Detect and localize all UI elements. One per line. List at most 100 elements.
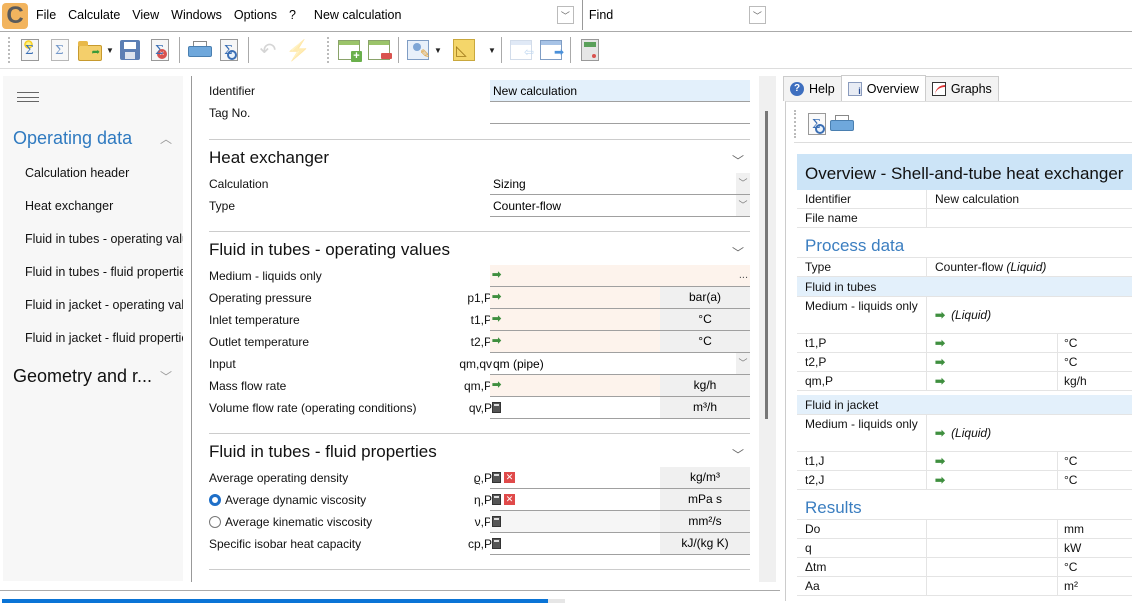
sidebar-item-jacket-operating[interactable]: Fluid in jacket - operating values bbox=[25, 298, 183, 312]
print-button[interactable] bbox=[186, 37, 212, 63]
mass-flow-field[interactable]: ➡ kg/h bbox=[490, 375, 750, 397]
chevron-down-icon[interactable]: ﹀ bbox=[732, 446, 744, 463]
arrow-right-icon: ➡ bbox=[492, 313, 502, 325]
overview-preview-button[interactable] bbox=[808, 111, 826, 137]
find-input[interactable]: Find bbox=[589, 8, 749, 22]
medium-field[interactable]: ➡... bbox=[490, 265, 750, 287]
type-label: Type bbox=[209, 199, 236, 213]
ellipsis-button[interactable]: ... bbox=[739, 265, 748, 286]
print-preview-button[interactable] bbox=[216, 37, 242, 63]
density-field[interactable]: ✕ kg/m³ bbox=[490, 467, 750, 489]
open-button[interactable]: ➦ bbox=[77, 37, 103, 63]
toolbar-grip[interactable] bbox=[794, 110, 796, 138]
unit-select[interactable]: mm²/s bbox=[660, 511, 750, 532]
remove-row-button[interactable] bbox=[366, 37, 392, 63]
pressure-field[interactable]: ➡ bar(a) bbox=[490, 287, 750, 309]
geometry-button[interactable] bbox=[451, 37, 477, 63]
sidebar-group-operating-data[interactable]: Operating data ︿ bbox=[13, 128, 178, 149]
geometry-dropdown[interactable]: ▼ bbox=[487, 46, 497, 55]
new-calculation-button[interactable] bbox=[17, 37, 43, 63]
unit-select[interactable]: mPa s bbox=[660, 489, 750, 510]
scrollbar-thumb[interactable] bbox=[765, 111, 768, 419]
sidebar-item-tubes-properties[interactable]: Fluid in tubes - fluid properties bbox=[25, 265, 183, 279]
identifier-field[interactable]: New calculation bbox=[490, 80, 750, 102]
overview-print-button[interactable] bbox=[830, 111, 854, 137]
menu-file[interactable]: File bbox=[30, 8, 62, 22]
menu-windows[interactable]: Windows bbox=[165, 8, 228, 22]
form-scrollbar[interactable] bbox=[759, 76, 776, 582]
recalculate-button[interactable]: ⚡ bbox=[285, 37, 311, 63]
tag-field[interactable] bbox=[490, 102, 750, 124]
dynamic-viscosity-field[interactable]: ✕ mPa s bbox=[490, 489, 750, 511]
kinematic-viscosity-symbol: ν,P bbox=[474, 515, 492, 529]
menu-options[interactable]: Options bbox=[228, 8, 283, 22]
menu-calculate[interactable]: Calculate bbox=[62, 8, 126, 22]
calculation-select[interactable]: Sizing ﹀ bbox=[490, 173, 750, 195]
add-row-button[interactable]: + bbox=[336, 37, 362, 63]
sidebar-group-geometry[interactable]: Geometry and r... ﹀ bbox=[13, 366, 178, 387]
fluid-in-tubes-heading: Fluid in tubes bbox=[797, 277, 1132, 297]
menu-help[interactable]: ? bbox=[283, 8, 302, 22]
divider bbox=[0, 590, 780, 591]
menu-view[interactable]: View bbox=[126, 8, 165, 22]
progress-track bbox=[548, 599, 565, 603]
unit-select[interactable]: bar(a) bbox=[660, 287, 750, 308]
undo-button[interactable]: ↶ bbox=[255, 37, 281, 63]
save-button[interactable] bbox=[117, 37, 143, 63]
dynamic-viscosity-radio[interactable] bbox=[209, 494, 221, 506]
kinematic-viscosity-field[interactable]: mm²/s bbox=[490, 511, 750, 533]
tab-overview[interactable]: Overview bbox=[840, 75, 926, 101]
calculator-button[interactable] bbox=[577, 37, 603, 63]
export-button[interactable]: ➡ bbox=[538, 37, 564, 63]
overview-row: File name bbox=[797, 209, 1132, 228]
document-selector[interactable]: New calculation bbox=[314, 8, 557, 22]
calculator-icon[interactable] bbox=[492, 538, 501, 549]
inlet-temp-field[interactable]: ➡ °C bbox=[490, 309, 750, 331]
chevron-down-icon[interactable]: ﹀ bbox=[732, 244, 744, 261]
sidebar-item-calculation-header[interactable]: Calculation header bbox=[25, 166, 183, 180]
unit-select[interactable]: m³/h bbox=[660, 397, 750, 418]
import-button[interactable]: ⇦ bbox=[508, 37, 534, 63]
edit-user-data-button[interactable]: ✎ bbox=[405, 37, 431, 63]
arrow-right-icon: ➡ bbox=[935, 454, 946, 468]
toolbar-grip[interactable] bbox=[8, 37, 11, 63]
calculator-icon[interactable] bbox=[492, 494, 501, 505]
kinematic-viscosity-label: Average kinematic viscosity bbox=[225, 515, 373, 529]
type-select[interactable]: Counter-flow ﹀ bbox=[490, 195, 750, 217]
hamburger-menu-icon[interactable] bbox=[17, 92, 39, 102]
calculator-icon[interactable] bbox=[492, 472, 501, 483]
chevron-down-icon: ﹀ bbox=[159, 370, 172, 384]
chevron-down-icon[interactable]: ﹀ bbox=[732, 152, 744, 169]
unit-select[interactable]: kJ/(kg K) bbox=[660, 533, 750, 554]
unit-select[interactable]: kg/h bbox=[660, 375, 750, 396]
kinematic-viscosity-radio[interactable] bbox=[209, 516, 221, 528]
input-mode-select[interactable]: qm (pipe) ﹀ bbox=[490, 353, 750, 375]
tab-graphs[interactable]: Graphs bbox=[924, 76, 999, 101]
open-dropdown[interactable]: ▼ bbox=[105, 46, 115, 55]
sidebar-item-jacket-properties[interactable]: Fluid in jacket - fluid properties bbox=[25, 331, 183, 345]
edit-user-data-dropdown[interactable]: ▼ bbox=[433, 46, 443, 55]
sidebar-item-heat-exchanger[interactable]: Heat exchanger bbox=[25, 199, 183, 213]
heat-capacity-field[interactable]: kJ/(kg K) bbox=[490, 533, 750, 555]
toolbar-grip[interactable] bbox=[327, 37, 330, 63]
outlet-temp-field[interactable]: ➡ °C bbox=[490, 331, 750, 353]
duplicate-calculation-button[interactable] bbox=[47, 37, 73, 63]
volume-flow-field[interactable]: m³/h bbox=[490, 397, 750, 419]
document-selector-dropdown[interactable]: ﹀ bbox=[556, 6, 574, 24]
help-icon: ? bbox=[790, 82, 804, 96]
medium-row: Medium - liquids only ➡... bbox=[209, 265, 750, 287]
overview-row: Medium - liquids only ➡ (Liquid) bbox=[797, 297, 1132, 334]
new-sigma-doc-icon bbox=[21, 39, 39, 61]
section-title-tubes-properties: Fluid in tubes - fluid properties bbox=[209, 442, 437, 461]
outlet-temp-symbol: t2,P bbox=[470, 335, 492, 349]
unit-select[interactable]: kg/m³ bbox=[660, 467, 750, 488]
calculator-icon[interactable] bbox=[492, 516, 501, 527]
close-calculation-button[interactable]: × bbox=[147, 37, 173, 63]
find-dropdown[interactable]: ﹀ bbox=[748, 6, 766, 24]
dynamic-viscosity-row: Average dynamic viscosity η,P ✕ mPa s bbox=[209, 489, 750, 511]
tab-help[interactable]: ? Help bbox=[783, 76, 842, 101]
unit-select[interactable]: °C bbox=[660, 309, 750, 330]
sidebar-item-tubes-operating[interactable]: Fluid in tubes - operating values bbox=[25, 232, 183, 246]
unit-select[interactable]: °C bbox=[660, 331, 750, 352]
calculator-icon[interactable] bbox=[492, 402, 501, 413]
